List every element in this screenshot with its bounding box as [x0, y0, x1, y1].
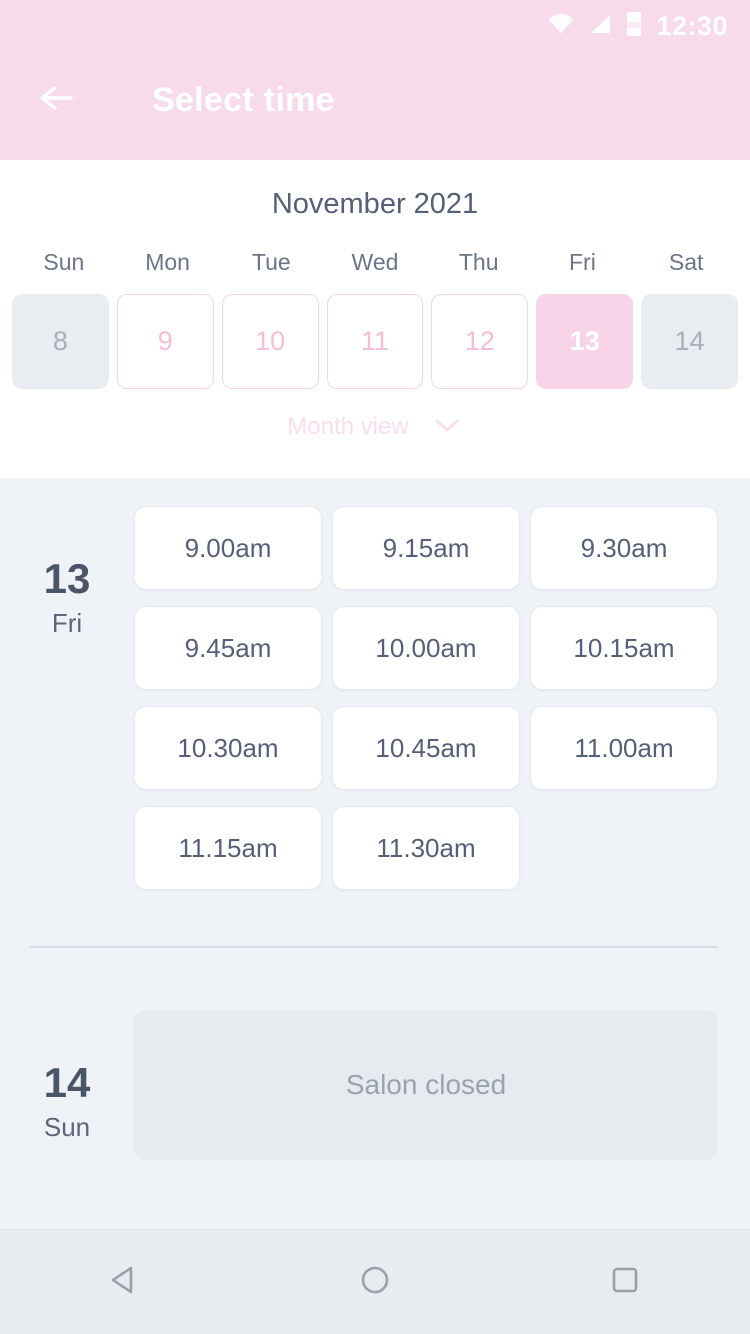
day-label-13: 13 Fri — [0, 506, 134, 639]
day-block-13: 13 Fri 9.00am 9.15am 9.30am 9.45am 10.00… — [0, 506, 750, 890]
triangle-back-icon — [106, 1261, 144, 1304]
app-bar: 12:30 Select time — [0, 0, 750, 160]
time-slots-area: 13 Fri 9.00am 9.15am 9.30am 9.45am 10.00… — [0, 478, 750, 1229]
weekday-label: Thu — [458, 249, 499, 275]
time-slot[interactable]: 11.00am — [530, 706, 718, 790]
date-chip-10[interactable]: 10 — [221, 294, 319, 389]
day-number: 13 — [43, 555, 91, 602]
wifi-icon — [548, 13, 574, 39]
section-divider — [30, 946, 718, 948]
weekday-label: Tue — [251, 249, 291, 275]
calendar-month-label: November 2021 — [271, 188, 479, 220]
app-bar-row: Select time — [0, 52, 750, 148]
time-slot[interactable]: 9.15am — [332, 506, 520, 590]
time-slot[interactable]: 9.00am — [134, 506, 322, 590]
status-bar: 12:30 — [0, 0, 750, 52]
nav-back-button[interactable] — [70, 1230, 180, 1334]
android-nav-bar — [0, 1229, 750, 1334]
date-chip-8: 8 — [12, 294, 109, 389]
page-title: Select time — [152, 80, 335, 119]
salon-closed-panel: Salon closed — [134, 1010, 718, 1160]
time-slot[interactable]: 10.45am — [332, 706, 520, 790]
back-arrow-icon — [39, 82, 83, 119]
weekday-label: Wed — [351, 249, 399, 275]
month-view-label: Month view — [287, 413, 409, 440]
date-chip-11[interactable]: 11 — [326, 294, 424, 389]
time-slot[interactable]: 10.15am — [530, 606, 718, 690]
month-view-toggle[interactable]: Month view — [0, 413, 750, 441]
status-time: 12:30 — [656, 10, 728, 41]
calendar-date-row: 8 9 10 11 12 13 14 — [0, 294, 750, 389]
calendar-weekday-row: Sun Mon Tue Wed Thu Fri Sat — [0, 249, 750, 276]
square-recents-icon — [606, 1261, 644, 1304]
date-chip-9[interactable]: 9 — [116, 294, 214, 389]
weekday-label: Fri — [569, 249, 596, 275]
time-slot[interactable]: 10.00am — [332, 606, 520, 690]
day-weekday: Fri — [51, 608, 83, 638]
circle-home-icon — [356, 1261, 394, 1304]
date-chip-13[interactable]: 13 — [536, 294, 634, 389]
day-block-14: 14 Sun Salon closed — [0, 1010, 750, 1160]
nav-recents-button[interactable] — [570, 1230, 680, 1334]
back-button[interactable] — [34, 73, 88, 127]
time-slot[interactable]: 9.45am — [134, 606, 322, 690]
phone-screen: 12:30 Select time November 2021 Sun Mon … — [0, 0, 750, 1334]
nav-home-button[interactable] — [320, 1230, 430, 1334]
calendar-strip: November 2021 Sun Mon Tue Wed Thu Fri Sa… — [0, 160, 750, 478]
chevron-down-icon — [431, 415, 463, 440]
time-slot[interactable]: 9.30am — [530, 506, 718, 590]
weekday-label: Mon — [145, 249, 190, 275]
day-number: 14 — [43, 1059, 91, 1106]
weekday-label: Sun — [43, 249, 85, 275]
time-slot[interactable]: 11.15am — [134, 806, 322, 890]
battery-icon — [626, 11, 642, 42]
date-chip-14: 14 — [641, 294, 738, 389]
date-chip-12[interactable]: 12 — [431, 294, 529, 389]
cellular-signal-icon — [588, 14, 612, 39]
day-label-14: 14 Sun — [0, 1010, 134, 1143]
weekday-label: Sat — [668, 249, 704, 275]
slot-grid: 9.00am 9.15am 9.30am 9.45am 10.00am 10.1… — [134, 506, 718, 890]
time-slot[interactable]: 10.30am — [134, 706, 322, 790]
time-slot[interactable]: 11.30am — [332, 806, 520, 890]
day-weekday: Sun — [43, 1112, 91, 1142]
